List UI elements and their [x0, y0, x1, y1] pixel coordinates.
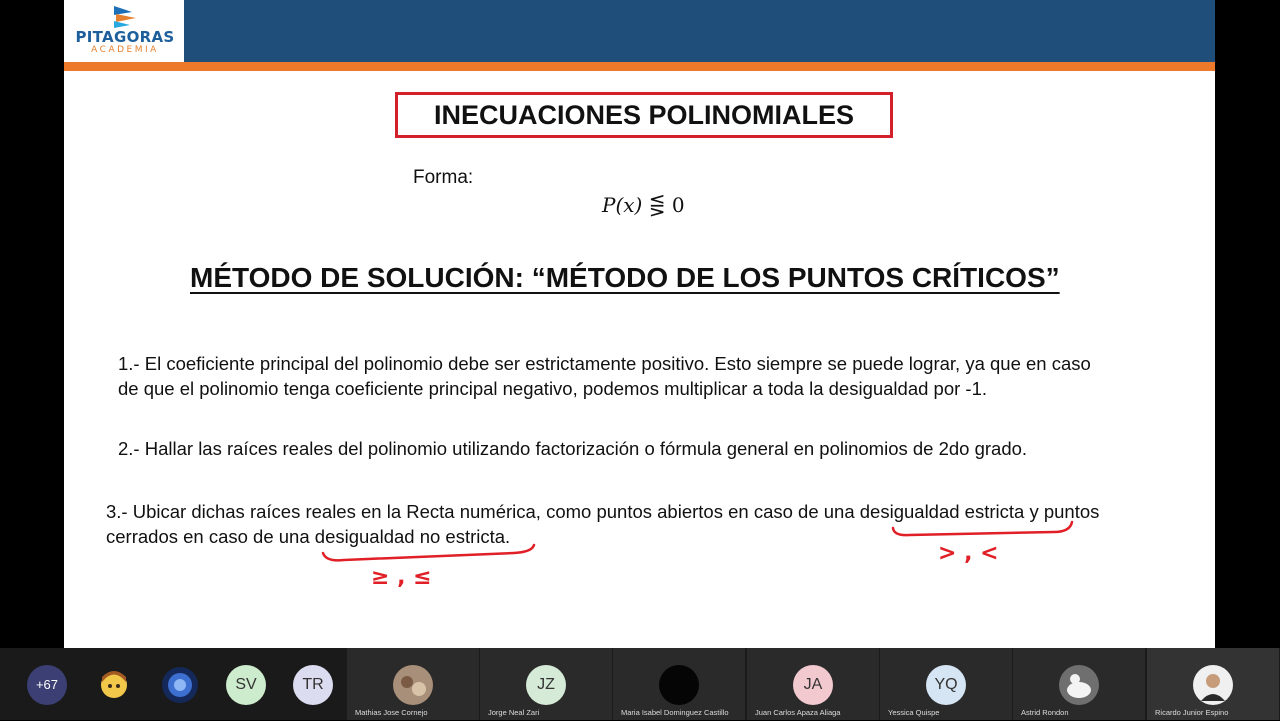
- participant-photo-icon: [393, 665, 433, 705]
- method-heading: MÉTODO DE SOLUCIÓN: “MÉTODO DE LOS PUNTO…: [190, 262, 1060, 293]
- participant-avatar-2[interactable]: [160, 665, 200, 705]
- step-1-line-1: 1.- El coeficiente principal del polinom…: [118, 353, 1091, 374]
- step-3-strict-term: desigualdad estricta: [859, 501, 1025, 522]
- participant-avatar-sv[interactable]: SV: [226, 665, 266, 705]
- participant-tile[interactable]: JA Juan Carlos Apaza Aliaga: [747, 648, 879, 720]
- logo-subtitle: ACADEMIA: [91, 45, 159, 55]
- step-3-part-a: 3.- Ubicar dichas raíces reales en la Re…: [106, 501, 860, 522]
- participant-name: Mathias Jose Cornejo: [355, 708, 428, 717]
- participant-tile[interactable]: JZ Jorge Neal Zari: [480, 648, 612, 720]
- right-letterbox: [1215, 0, 1280, 648]
- participant-tile[interactable]: Astrid Rondon: [1013, 648, 1145, 720]
- participant-name: Ricardo Junior Espino: [1155, 708, 1229, 717]
- academy-logo: PITAGORAS ACADEMIA: [64, 0, 184, 62]
- left-letterbox: [0, 0, 64, 648]
- participant-name: Jorge Neal Zari: [488, 708, 540, 717]
- cartoon-avatar-icon: [101, 671, 127, 698]
- participant-tile[interactable]: YQ Yessica Quispe: [880, 648, 1012, 720]
- step-3-text: 3.- Ubicar dichas raíces reales en la Re…: [106, 499, 1166, 549]
- logo-name: PITAGORAS: [75, 28, 175, 46]
- slide-title: INECUACIONES POLINOMIALES: [433, 100, 855, 130]
- step-3-part-c: y puntos: [1024, 501, 1100, 522]
- step-1-text: 1.- El coeficiente principal del polinom…: [118, 351, 1168, 401]
- blue-flower-icon: [162, 667, 198, 703]
- step-2-text: 2.- Hallar las raíces reales del polinom…: [118, 438, 1028, 459]
- participant-tile[interactable]: Ricardo Junior Espino: [1147, 648, 1279, 720]
- strict-symbols-annotation: > , <: [938, 541, 999, 566]
- person-photo-icon: [1193, 665, 1233, 705]
- participant-tile[interactable]: Maria Isabel Dominguez Castillo: [613, 648, 745, 720]
- participant-name: Yessica Quispe: [888, 708, 940, 717]
- participant-photo-icon: [659, 665, 699, 705]
- slide-header-stripe: [64, 62, 1215, 71]
- logo-arrows-icon: [114, 6, 136, 28]
- participant-name: Astrid Rondon: [1021, 708, 1069, 717]
- duck-photo-icon: [1059, 665, 1099, 705]
- slide-title-box: INECUACIONES POLINOMIALES: [395, 92, 893, 138]
- participant-initials: JA: [793, 665, 833, 705]
- participant-tile[interactable]: Mathias Jose Cornejo: [347, 648, 479, 720]
- formula-relation: ⋚ 0: [648, 193, 685, 217]
- participant-name: Juan Carlos Apaza Aliaga: [755, 708, 841, 717]
- step-3-part-d: cerrados en caso de una: [106, 526, 315, 547]
- participant-avatar-tr[interactable]: TR: [293, 665, 333, 705]
- formula-lhs: P(x): [602, 193, 643, 217]
- slide-header-bar: [64, 0, 1215, 62]
- participant-name: Maria Isabel Dominguez Castillo: [621, 708, 729, 717]
- general-form-formula: P(x) ⋚ 0: [602, 193, 685, 217]
- step-1-line-2: de que el polinomio tenga coeficiente pr…: [118, 378, 988, 399]
- step-3-nonstrict-term: desigualdad no estricta.: [314, 526, 511, 547]
- nonstrict-symbols-annotation: ≥ , ≤: [371, 565, 432, 590]
- forma-label: Forma:: [413, 167, 474, 188]
- presentation-slide: PITAGORAS ACADEMIA INECUACIONES POLINOMI…: [64, 0, 1215, 648]
- participant-initials: YQ: [926, 665, 966, 705]
- participant-initials: JZ: [526, 665, 566, 705]
- more-participants-button[interactable]: +67: [27, 665, 67, 705]
- participant-avatar-1[interactable]: [94, 665, 134, 705]
